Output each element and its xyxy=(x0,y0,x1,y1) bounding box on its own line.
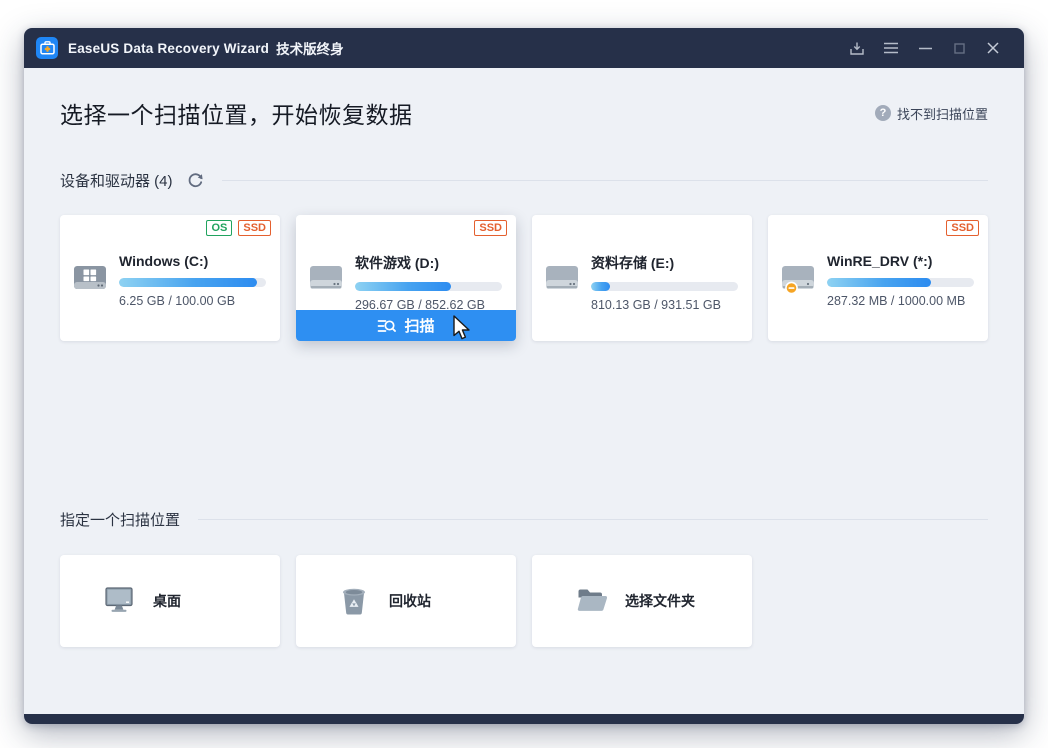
menu-icon[interactable] xyxy=(874,34,908,62)
window-footer xyxy=(24,714,1024,724)
desktop-icon xyxy=(105,587,133,615)
drive-capacity: 287.32 MB / 1000.00 MB xyxy=(827,294,974,308)
help-link-label: 找不到扫描位置 xyxy=(897,104,988,123)
capacity-bar xyxy=(119,278,266,287)
drive-capacity: 6.25 GB / 100.00 GB xyxy=(119,294,266,308)
window-title: EaseUS Data Recovery Wizard xyxy=(68,41,269,56)
app-window: EaseUS Data Recovery Wizard 技术版终身 xyxy=(24,28,1024,724)
scan-button-label: 扫描 xyxy=(404,315,434,336)
location-list: 桌面 xyxy=(60,555,988,647)
folder-icon xyxy=(577,587,605,615)
section-divider xyxy=(222,180,988,181)
minimize-button[interactable] xyxy=(908,34,942,62)
refresh-icon[interactable] xyxy=(187,172,204,189)
drive-card-winre[interactable]: SSD xyxy=(768,215,988,341)
location-label: 桌面 xyxy=(153,591,181,611)
hard-drive-icon xyxy=(545,263,579,293)
help-icon: ? xyxy=(875,105,891,121)
hard-drive-icon xyxy=(309,263,343,293)
maximize-button[interactable] xyxy=(942,34,976,62)
drive-card-c[interactable]: OS SSD Windows xyxy=(60,215,280,341)
location-card-recycle-bin[interactable]: 回收站 xyxy=(296,555,516,647)
locations-section-title: 指定一个扫描位置 xyxy=(60,509,180,530)
ssd-badge: SSD xyxy=(474,220,507,236)
location-label: 选择文件夹 xyxy=(625,591,695,611)
drive-capacity: 810.13 GB / 931.51 GB xyxy=(591,298,738,312)
app-logo-icon xyxy=(36,37,58,59)
license-edition: 技术版终身 xyxy=(276,38,344,58)
page-title: 选择一个扫描位置，开始恢复数据 xyxy=(60,96,413,130)
location-card-desktop[interactable]: 桌面 xyxy=(60,555,280,647)
close-button[interactable] xyxy=(976,34,1010,62)
ssd-badge: SSD xyxy=(238,220,271,236)
drive-card-d[interactable]: SSD 软件游戏 (D:) xyxy=(296,215,516,341)
titlebar: EaseUS Data Recovery Wizard 技术版终身 xyxy=(24,28,1024,68)
capacity-bar xyxy=(591,282,738,291)
drive-card-e[interactable]: 资料存储 (E:) 810.13 GB / 931.51 GB xyxy=(532,215,752,341)
hard-drive-no-letter-icon xyxy=(781,263,815,293)
capacity-bar xyxy=(355,282,502,291)
desktop-background: EaseUS Data Recovery Wizard 技术版终身 xyxy=(0,0,1048,748)
location-card-choose-folder[interactable]: 选择文件夹 xyxy=(532,555,752,647)
os-badge: OS xyxy=(206,220,232,236)
drive-list: OS SSD Windows xyxy=(60,215,988,341)
recycle-bin-icon xyxy=(341,587,369,615)
scan-button[interactable]: 扫描 xyxy=(296,310,516,341)
drive-name: 资料存储 (E:) xyxy=(591,253,738,273)
devices-section-title: 设备和驱动器 (4) xyxy=(60,170,173,191)
drive-name: 软件游戏 (D:) xyxy=(355,253,502,273)
ssd-badge: SSD xyxy=(946,220,979,236)
capacity-bar xyxy=(827,278,974,287)
drive-name: Windows (C:) xyxy=(119,253,266,269)
drive-name: WinRE_DRV (*:) xyxy=(827,253,974,269)
windows-drive-icon xyxy=(73,263,107,293)
scan-icon xyxy=(377,317,396,335)
main-content: 选择一个扫描位置，开始恢复数据 ? 找不到扫描位置 设备和驱动器 (4) xyxy=(24,68,1024,714)
location-label: 回收站 xyxy=(389,591,431,611)
cannot-find-location-link[interactable]: ? 找不到扫描位置 xyxy=(875,104,988,123)
import-tray-icon[interactable] xyxy=(840,34,874,62)
titlebar-actions xyxy=(840,34,1010,62)
section-divider xyxy=(198,519,988,520)
